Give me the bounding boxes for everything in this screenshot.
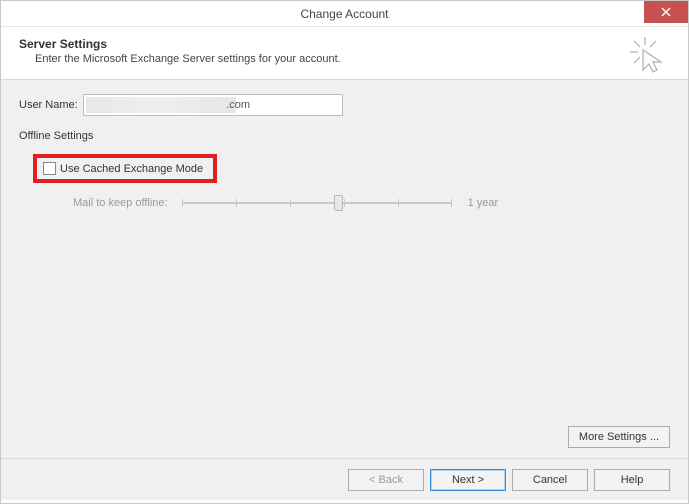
slider-tick — [451, 199, 452, 207]
username-value: .com — [226, 99, 250, 111]
cached-mode-highlight: Use Cached Exchange Mode — [33, 154, 217, 183]
mail-offline-value: 1 year — [468, 197, 499, 209]
header-panel: Server Settings Enter the Microsoft Exch… — [1, 27, 688, 80]
redacted-region — [86, 97, 236, 113]
username-label: User Name: — [19, 99, 83, 111]
more-settings-wrap: More Settings ... — [568, 426, 670, 448]
back-button[interactable]: < Back — [348, 469, 424, 491]
header-title: Server Settings — [19, 37, 670, 51]
slider-tick — [182, 199, 183, 207]
cursor-star-icon — [628, 35, 668, 75]
next-button[interactable]: Next > — [430, 469, 506, 491]
help-button[interactable]: Help — [594, 469, 670, 491]
slider-tick — [290, 199, 291, 207]
window-title: Change Account — [300, 7, 388, 21]
footer-buttons: < Back Next > Cancel Help — [1, 458, 688, 500]
offline-settings-label: Offline Settings — [19, 130, 670, 142]
cached-mode-checkbox[interactable] — [43, 162, 56, 175]
username-row: User Name: .com — [19, 94, 670, 116]
close-button[interactable] — [644, 1, 688, 23]
slider-track — [182, 202, 452, 204]
slider-thumb[interactable] — [334, 195, 343, 211]
close-icon — [661, 7, 671, 17]
more-settings-button[interactable]: More Settings ... — [568, 426, 670, 448]
cached-mode-label: Use Cached Exchange Mode — [60, 163, 203, 175]
header-subtitle: Enter the Microsoft Exchange Server sett… — [35, 53, 670, 65]
slider-tick — [344, 199, 345, 207]
mail-offline-slider[interactable] — [182, 193, 452, 213]
mail-offline-label: Mail to keep offline: — [73, 197, 168, 209]
titlebar: Change Account — [1, 1, 688, 27]
cancel-button[interactable]: Cancel — [512, 469, 588, 491]
slider-tick — [398, 199, 399, 207]
slider-tick — [236, 199, 237, 207]
body-area: User Name: .com Offline Settings Use Cac… — [1, 80, 688, 458]
username-input[interactable]: .com — [83, 94, 343, 116]
mail-offline-row: Mail to keep offline: 1 year — [73, 193, 670, 213]
